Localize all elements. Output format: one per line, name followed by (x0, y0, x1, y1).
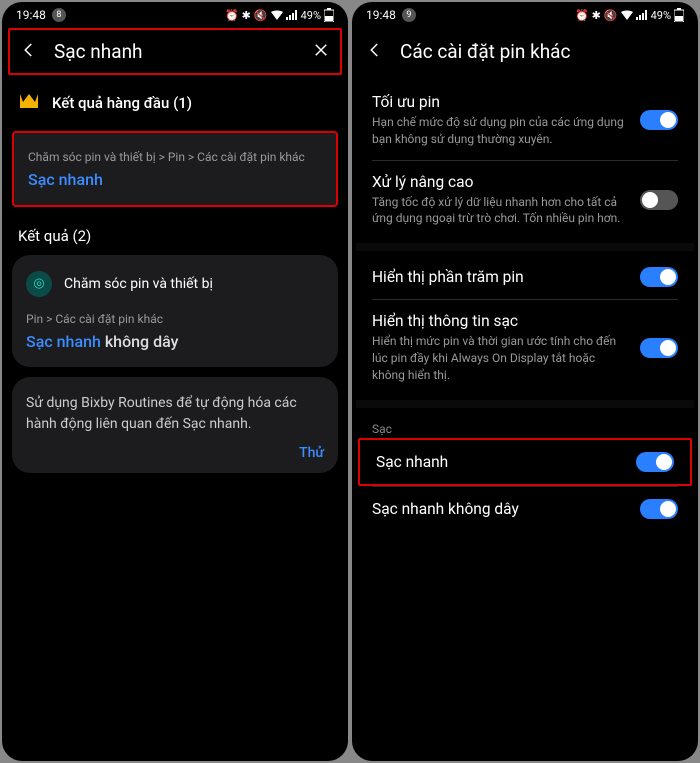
status-bar: 19:48 8 ⏰ ✱ 🔇 49% (2, 2, 348, 28)
setting-title: Hiển thị phần trăm pin (372, 268, 630, 286)
status-bar: 19:48 9 ⏰ ✱ 🔇 49% (352, 2, 698, 28)
notification-count: 8 (52, 8, 66, 22)
alarm-icon: ⏰ (225, 9, 239, 22)
toggle-charging-info[interactable] (640, 338, 678, 358)
close-icon[interactable] (312, 41, 330, 63)
toggle-advanced[interactable] (640, 190, 678, 210)
top-result-card[interactable]: Chăm sóc pin và thiết bị > Pin > Các cài… (12, 131, 338, 207)
setting-title: Tối ưu pin (372, 93, 630, 111)
device-row: ◎ Chăm sóc pin và thiết bị (26, 271, 324, 297)
top-result-link[interactable]: Sạc nhanh (28, 170, 322, 189)
battery-pct: 49% (651, 9, 671, 22)
breadcrumb: Pin > Các cài đặt pin khác (26, 311, 324, 328)
mute-icon: 🔇 (254, 9, 268, 22)
search-header: Sạc nhanh (8, 28, 342, 75)
search-query[interactable]: Sạc nhanh (54, 40, 296, 63)
mute-icon: 🔇 (604, 9, 618, 22)
toggle-percent[interactable] (640, 267, 678, 287)
setting-sub: Hiển thị mức pin và thời gian ước tính c… (372, 333, 630, 383)
settings-list: Tối ưu pin Hạn chế mức độ sử dụng pin củ… (352, 81, 698, 531)
setting-title: Xử lý nâng cao (372, 173, 630, 191)
wifi-icon (621, 10, 633, 20)
wifi-icon (271, 10, 283, 20)
top-results-header: Kết quả hàng đầu (1) (2, 83, 348, 125)
battery-icon (674, 8, 684, 22)
bixby-try-button[interactable]: Thử (26, 445, 324, 461)
back-icon[interactable] (366, 41, 384, 63)
setting-fast-wireless[interactable]: Sạc nhanh không dây (356, 487, 694, 531)
bixby-text: Sử dụng Bixby Routines để tự động hóa cá… (26, 393, 324, 435)
setting-title: Hiển thị thông tin sạc (372, 312, 630, 330)
results-section-title: Kết quả (2) (2, 213, 348, 249)
result-card[interactable]: ◎ Chăm sóc pin và thiết bị Pin > Các cài… (12, 255, 338, 367)
group-charging-label: Sạc (356, 412, 694, 438)
right-phone-screen: 19:48 9 ⏰ ✱ 🔇 49% Các cài đặt pin khác (352, 2, 698, 761)
setting-show-charging-info[interactable]: Hiển thị thông tin sạc Hiển thị mức pin … (356, 300, 694, 395)
second-result-link[interactable]: Sạc nhanh không dây (26, 332, 324, 351)
breadcrumb: Chăm sóc pin và thiết bị > Pin > Các cài… (28, 149, 322, 166)
battery-icon (324, 8, 334, 22)
setting-title: Sạc nhanh (376, 453, 626, 471)
crown-icon (18, 91, 40, 115)
bixby-card: Sử dụng Bixby Routines để tự động hóa cá… (12, 377, 338, 473)
page-title: Các cài đặt pin khác (400, 40, 684, 63)
toggle-fast-wireless[interactable] (640, 499, 678, 519)
highlight-fast-charging: Sạc nhanh (358, 438, 692, 486)
group-divider (356, 243, 694, 251)
setting-title: Sạc nhanh không dây (372, 500, 630, 518)
signal-icon (636, 10, 648, 20)
alarm-icon: ⏰ (575, 9, 589, 22)
bluetooth-icon: ✱ (242, 9, 251, 22)
group-divider (356, 400, 694, 408)
back-icon[interactable] (20, 41, 38, 63)
setting-sub: Hạn chế mức độ sử dụng pin của các ứng d… (372, 114, 630, 148)
device-care-label: Chăm sóc pin và thiết bị (64, 276, 213, 292)
signal-icon (286, 10, 298, 20)
page-header: Các cài đặt pin khác (352, 28, 698, 81)
setting-sub: Tăng tốc độ xử lý dữ liệu nhanh hơn cho … (372, 194, 630, 228)
device-care-icon: ◎ (26, 271, 52, 297)
status-time: 19:48 (16, 8, 46, 22)
toggle-optimize[interactable] (640, 110, 678, 130)
notification-count: 9 (402, 8, 416, 22)
status-time: 19:48 (366, 8, 396, 22)
bluetooth-icon: ✱ (592, 9, 601, 22)
setting-show-percent[interactable]: Hiển thị phần trăm pin (356, 255, 694, 299)
setting-optimize-battery[interactable]: Tối ưu pin Hạn chế mức độ sử dụng pin củ… (356, 81, 694, 160)
setting-fast-charging[interactable]: Sạc nhanh (360, 440, 690, 484)
top-results-title: Kết quả hàng đầu (1) (52, 94, 192, 112)
battery-pct: 49% (301, 9, 321, 22)
left-phone-screen: 19:48 8 ⏰ ✱ 🔇 49% Sạc nhanh (2, 2, 348, 761)
setting-advanced-processing[interactable]: Xử lý nâng cao Tăng tốc độ xử lý dữ liệu… (356, 161, 694, 240)
toggle-fast-charging[interactable] (636, 452, 674, 472)
